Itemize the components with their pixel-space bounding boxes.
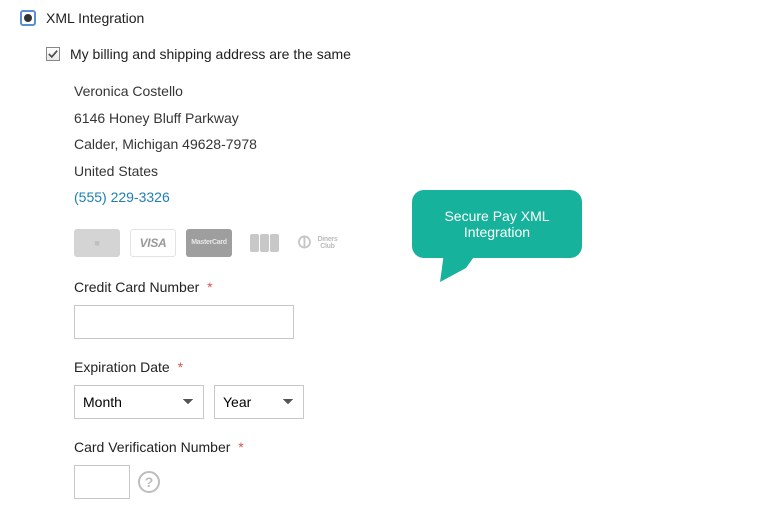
cc-number-label: Credit Card Number (74, 279, 199, 295)
same-address-checkbox[interactable]: My billing and shipping address are the … (46, 46, 740, 62)
same-address-label: My billing and shipping address are the … (70, 46, 351, 62)
address-country: United States (74, 158, 740, 185)
payment-method-option[interactable]: XML Integration (20, 10, 740, 26)
jcb-icon (242, 229, 288, 257)
address-name: Veronica Costello (74, 78, 740, 105)
address-street: 6146 Honey Bluff Parkway (74, 105, 740, 132)
tooltip-text: Secure Pay XML Integration (444, 208, 549, 240)
cc-number-field: Credit Card Number * (74, 279, 740, 339)
exp-month-select[interactable]: Month (74, 385, 204, 419)
expiration-label: Expiration Date (74, 359, 170, 375)
radio-icon (20, 10, 36, 26)
cvv-label: Card Verification Number (74, 439, 230, 455)
visa-icon: VISA (130, 229, 176, 257)
address-phone[interactable]: (555) 229-3326 (74, 184, 740, 211)
address-city: Calder, Michigan 49628-7978 (74, 131, 740, 158)
exp-year-select[interactable]: Year (214, 385, 304, 419)
cc-number-input[interactable] (74, 305, 294, 339)
checkbox-checked-icon (46, 47, 60, 61)
mastercard-icon: MasterCard (186, 229, 232, 257)
required-mark: * (178, 359, 183, 375)
amex-icon: ■ (74, 229, 120, 257)
required-mark: * (238, 439, 243, 455)
diners-icon: Diners Club (298, 229, 344, 257)
tooltip-bubble: Secure Pay XML Integration (412, 190, 582, 258)
cvv-field: Card Verification Number * ? (74, 439, 740, 499)
expiration-field: Expiration Date * Month Year (74, 359, 740, 419)
payment-method-label: XML Integration (46, 10, 144, 26)
accepted-cards: ■ VISA MasterCard Diners Club (46, 229, 740, 257)
billing-address: Veronica Costello 6146 Honey Bluff Parkw… (46, 78, 740, 211)
required-mark: * (207, 279, 212, 295)
help-icon[interactable]: ? (138, 471, 160, 493)
cvv-input[interactable] (74, 465, 130, 499)
